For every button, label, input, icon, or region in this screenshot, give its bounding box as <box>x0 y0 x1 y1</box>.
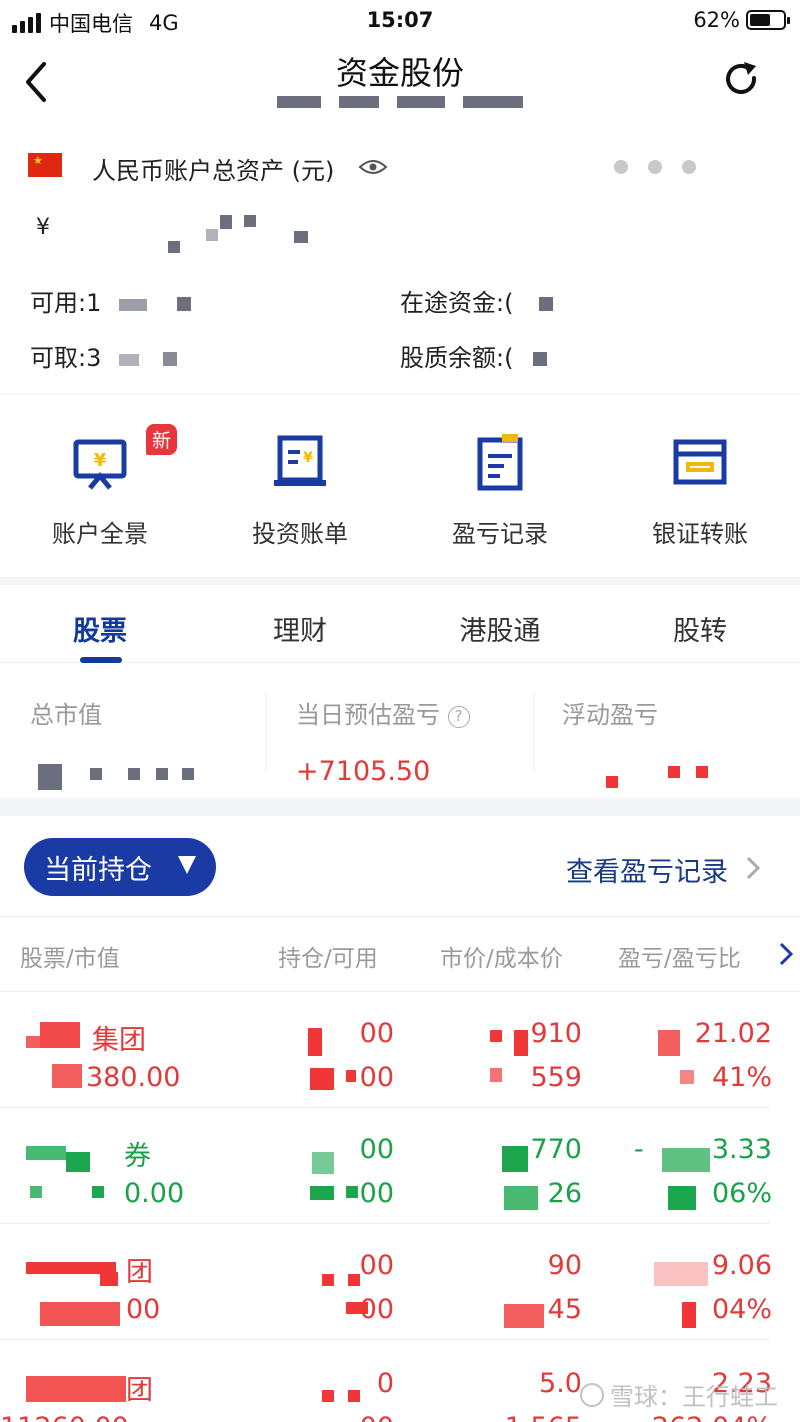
scroll-right-icon[interactable] <box>778 941 794 967</box>
holdings-table-header: 股票/市值 持仓/可用 市价/成本价 盈亏/盈亏比 <box>0 916 800 992</box>
tab-neeq[interactable]: 股转 <box>600 609 800 648</box>
in-transit-funds: 在途资金:( <box>400 283 554 318</box>
chevron-right-icon[interactable] <box>744 854 762 882</box>
watermark: 雪球：王行蛙工 <box>580 1377 778 1412</box>
total-market-value: 总市值 <box>30 695 200 794</box>
svg-text:¥: ¥ <box>94 450 107 471</box>
new-badge: 新 <box>146 424 178 455</box>
active-tab-indicator <box>80 657 122 663</box>
tab-stocks[interactable]: 股票 <box>0 609 200 648</box>
xueqiu-logo-icon <box>580 1382 604 1407</box>
divider <box>533 693 534 771</box>
divider <box>0 393 800 395</box>
daily-pnl: 当日预估盈亏 ? +7105.50 <box>296 695 470 787</box>
clock: 15:07 <box>366 8 434 32</box>
table-row[interactable]: 券 0.00 00 00 770 26 - 3.33 06% <box>0 1108 800 1224</box>
header-stock-value: 股票/市值 <box>20 946 120 972</box>
floating-pnl-masked <box>562 764 712 794</box>
eye-icon[interactable] <box>358 157 388 177</box>
holdings-bar: 当前持仓 查看盈亏记录 <box>0 820 800 916</box>
divider <box>0 577 800 585</box>
nav-bar: 资金股份 <box>0 40 800 130</box>
market-value-masked <box>30 764 200 794</box>
tab-hk-connect[interactable]: 港股通 <box>400 609 600 648</box>
page-title: 资金股份 <box>335 54 464 92</box>
quick-action-bank-transfer[interactable]: 银证转账 <box>600 432 800 549</box>
dropdown-triangle-icon <box>178 856 196 874</box>
table-row[interactable]: 团 00 00 00 90 45 9.06 04% <box>0 1224 800 1340</box>
currency-symbol: ¥ <box>36 215 50 240</box>
status-right: 62% <box>693 8 790 32</box>
header-price-cost: 市价/成本价 <box>440 946 563 972</box>
quick-actions: ¥ 账户全景 新 ¥ 投资账单 盈亏记录 银证转账 <box>0 402 800 577</box>
battery-icon <box>746 10 790 30</box>
available-funds: 可用:1 <box>30 283 191 318</box>
floating-pnl: 浮动盈亏 <box>562 695 712 794</box>
header-pnl-ratio: 盈亏/盈亏比 <box>618 946 741 972</box>
divider <box>266 693 267 771</box>
refresh-icon[interactable] <box>722 60 762 100</box>
pnl-record-icon <box>477 434 523 491</box>
daily-pnl-value: +7105.50 <box>296 756 431 787</box>
account-overview-icon: ¥ <box>73 439 127 490</box>
bank-transfer-icon <box>673 439 727 485</box>
page-indicator <box>614 160 696 174</box>
total-assets-label: 人民币账户总资产 (元) <box>92 157 335 185</box>
withdrawable-funds: 可取:3 <box>30 338 177 373</box>
status-bar: 中国电信 4G 15:07 62% <box>0 0 800 40</box>
help-icon[interactable]: ? <box>447 706 470 728</box>
tab-wealth[interactable]: 理财 <box>200 609 400 648</box>
account-id-masked <box>0 96 800 108</box>
asset-card: ★ 人民币账户总资产 (元) ¥ 可用:1 在途资金:( 可取:3 股质余额:( <box>0 135 800 393</box>
view-pnl-record-link[interactable]: 查看盈亏记录 <box>566 850 728 889</box>
svg-text:¥: ¥ <box>303 450 313 466</box>
quick-action-investment-bill[interactable]: ¥ 投资账单 <box>200 432 400 549</box>
pledge-balance: 股质余额:( <box>400 338 548 373</box>
quick-action-pnl-record[interactable]: 盈亏记录 <box>400 432 600 549</box>
current-holdings-dropdown[interactable]: 当前持仓 <box>24 838 216 896</box>
position-summary: 总市值 当日预估盈亏 ? +7105.50 浮动盈亏 <box>0 665 800 795</box>
divider <box>0 798 800 816</box>
total-assets-masked <box>168 215 318 255</box>
market-tabs: 股票 理财 港股通 股转 <box>0 585 800 663</box>
battery-percent: 62% <box>693 8 740 32</box>
investment-bill-icon: ¥ <box>274 435 326 486</box>
china-flag-icon: ★ <box>28 153 62 177</box>
header-hold-available: 持仓/可用 <box>278 946 378 972</box>
table-row[interactable]: 集团 380.00 00 00 910 559 21.02 41% <box>0 992 800 1108</box>
